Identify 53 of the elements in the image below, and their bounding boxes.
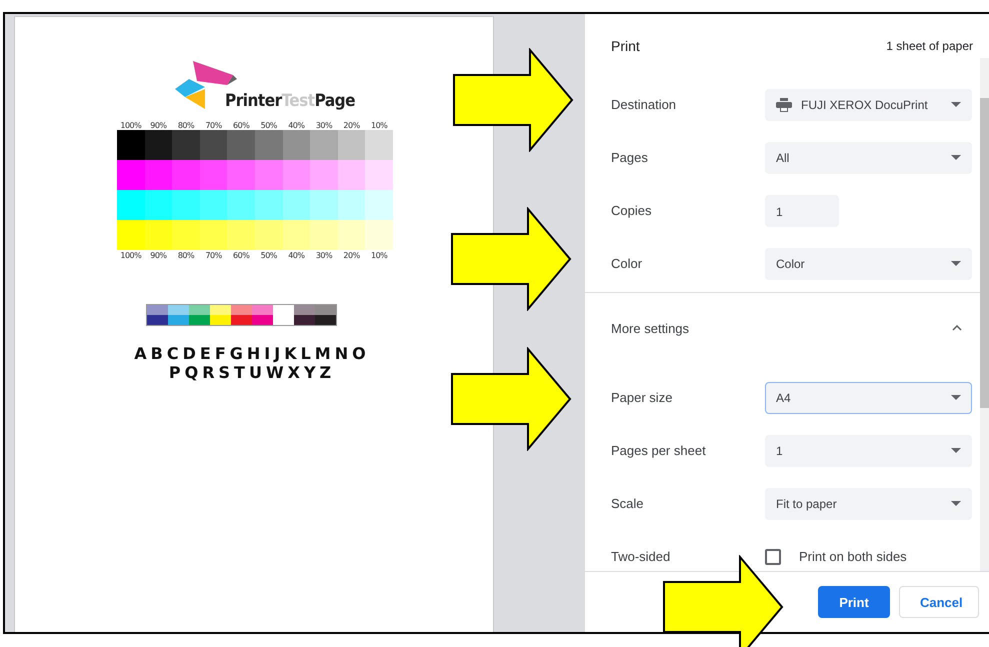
percent-label: 60% — [232, 121, 250, 130]
percent-label: 40% — [287, 251, 306, 260]
dropdown-field[interactable]: Color — [765, 248, 972, 280]
cancel-button[interactable]: Cancel — [899, 586, 979, 618]
dropdown-field[interactable]: 1 — [765, 434, 972, 466]
dropdown-field[interactable]: All — [765, 142, 972, 174]
percent-label: 100% — [119, 121, 142, 130]
percent-label: 20% — [342, 251, 361, 260]
percent-label: 60% — [232, 251, 250, 260]
caret-icon — [951, 395, 961, 400]
printer-icon — [776, 98, 792, 112]
caret-icon — [951, 501, 961, 506]
caret-icon — [951, 102, 961, 107]
percent-label: 10% — [370, 121, 388, 130]
setting-label: Paper size — [611, 390, 674, 405]
setting-label: Scale — [611, 496, 645, 511]
percent-label: 90% — [149, 251, 168, 260]
dialog-title: Print — [611, 38, 640, 54]
alphabet-text: ABCDEFGHIJKLMNO — [133, 344, 371, 363]
scrollbar[interactable] — [980, 58, 989, 571]
setting-label: Two-sided — [611, 549, 672, 564]
dropdown-field[interactable]: FUJI XEROX DocuPrint — [765, 88, 972, 120]
dropdown-field[interactable]: Fit to paper — [765, 488, 972, 520]
print-button[interactable]: Print — [818, 586, 890, 618]
caret-icon — [951, 448, 961, 453]
percent-label: 40% — [287, 121, 306, 130]
percent-label: 20% — [342, 121, 361, 130]
chevron-icon — [952, 325, 962, 331]
checkbox-label: Print on both sides — [799, 549, 907, 564]
percent-label: 30% — [314, 121, 334, 130]
setting-label: Color — [611, 256, 644, 271]
percent-label: 70% — [204, 121, 223, 130]
percent-label: 90% — [149, 121, 168, 130]
setting-label: Pages — [611, 150, 649, 165]
caret-icon — [951, 155, 961, 160]
logo-text: PrinterTestPage — [225, 91, 356, 111]
sheet-count: 1 sheet of paper — [886, 39, 973, 53]
caret-icon — [951, 261, 961, 266]
setting-label: Copies — [611, 203, 652, 218]
copies-field[interactable]: 1 — [765, 194, 839, 226]
setting-label: Pages per sheet — [611, 443, 707, 458]
percent-label: 30% — [314, 251, 334, 260]
dropdown-field[interactable]: A4 — [765, 382, 972, 414]
setting-label: Destination — [611, 97, 678, 112]
percent-label: 10% — [370, 251, 388, 260]
percent-label: 70% — [204, 251, 223, 260]
checkbox[interactable] — [765, 548, 781, 564]
percent-label: 50% — [260, 251, 278, 260]
percent-label: 80% — [176, 251, 196, 260]
alphabet-text: PQRSTUWXYZ — [168, 363, 336, 382]
percent-label: 80% — [176, 121, 196, 130]
percent-label: 100% — [119, 251, 142, 260]
percent-label: 50% — [260, 121, 278, 130]
